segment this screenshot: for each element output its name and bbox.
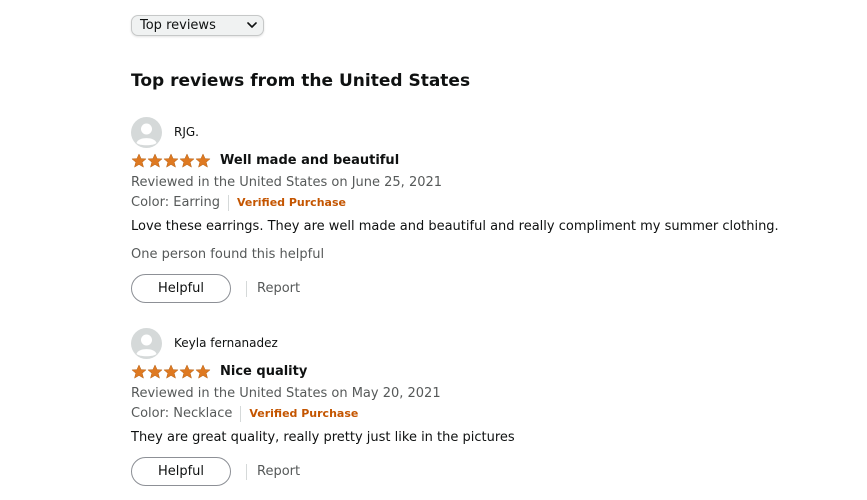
chevron-down-icon xyxy=(247,22,257,28)
star-icon xyxy=(195,153,211,168)
variant-label[interactable]: Color: Earring xyxy=(131,194,220,212)
star-icon xyxy=(131,153,147,168)
review-item: Keyla fernanadez Nice quality Reviewed i… xyxy=(131,328,831,493)
section-title: Top reviews from the United States xyxy=(131,71,471,91)
helpful-count: One person found this helpful xyxy=(131,247,325,262)
divider xyxy=(227,195,229,211)
reviewer-name[interactable]: Keyla fernanadez xyxy=(174,336,278,351)
verified-purchase-badge: Verified Purchase xyxy=(236,196,346,209)
star-icon xyxy=(147,364,163,379)
verified-purchase-badge: Verified Purchase xyxy=(249,407,359,420)
report-link[interactable]: Report xyxy=(257,463,300,481)
helpful-button[interactable]: Helpful xyxy=(131,457,231,486)
review-body: Love these earrings. They are well made … xyxy=(131,219,779,234)
star-icon xyxy=(179,153,195,168)
review-actions: Helpful Report xyxy=(131,457,300,486)
variant-row: Color: Earring Verified Purchase xyxy=(131,194,346,212)
star-icon xyxy=(195,364,211,379)
reviewer-name[interactable]: RJG. xyxy=(174,125,199,140)
sort-selected-value: Top reviews xyxy=(140,18,216,33)
star-icon xyxy=(163,153,179,168)
avatar-icon xyxy=(131,328,162,359)
star-icon xyxy=(179,364,195,379)
variant-label[interactable]: Color: Necklace xyxy=(131,405,232,423)
star-rating[interactable] xyxy=(131,153,211,169)
star-rating[interactable] xyxy=(131,364,211,380)
review-body: They are great quality, really pretty ju… xyxy=(131,430,515,445)
review-actions: Helpful Report xyxy=(131,274,300,303)
review-title[interactable]: Nice quality xyxy=(220,363,307,381)
review-date: Reviewed in the United States on May 20,… xyxy=(131,386,441,401)
review-item: RJG. Well made and beautiful Reviewed in… xyxy=(131,117,831,307)
avatar-icon xyxy=(131,117,162,148)
star-icon xyxy=(131,364,147,379)
divider xyxy=(240,406,242,422)
review-date: Reviewed in the United States on June 25… xyxy=(131,175,443,190)
star-icon xyxy=(163,364,179,379)
helpful-button[interactable]: Helpful xyxy=(131,274,231,303)
divider xyxy=(246,463,247,480)
divider xyxy=(246,280,247,297)
sort-dropdown[interactable]: Top reviews xyxy=(131,15,264,36)
variant-row: Color: Necklace Verified Purchase xyxy=(131,405,358,423)
report-link[interactable]: Report xyxy=(257,280,300,298)
star-icon xyxy=(147,153,163,168)
review-title[interactable]: Well made and beautiful xyxy=(220,152,399,170)
